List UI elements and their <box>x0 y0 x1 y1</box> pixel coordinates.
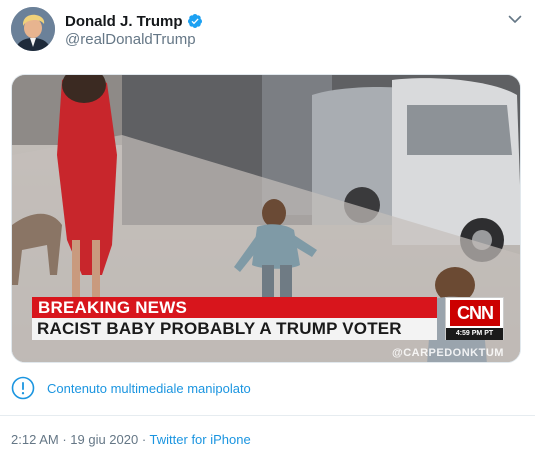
tweet-date[interactable]: 19 giu 2020 <box>70 432 138 447</box>
chevron-down-icon[interactable] <box>506 10 524 28</box>
headline-bar: RACIST BABY PROBABLY A TRUMP VOTER <box>32 318 437 340</box>
manipulated-media-label[interactable]: Contenuto multimediale manipolato <box>47 381 251 396</box>
tweet-meta: 2:12 AM · 19 giu 2020 · Twitter for iPho… <box>11 432 251 447</box>
video-watermark: @CARPEDONKTUM <box>392 347 504 359</box>
headline-text: RACIST BABY PROBABLY A TRUMP VOTER <box>37 319 402 338</box>
author-name[interactable]: Donald J. Trump <box>65 13 183 30</box>
tweet: Donald J. Trump @realDonaldTrump BREAKIN… <box>0 0 535 460</box>
breaking-news-label: BREAKING NEWS <box>38 298 187 317</box>
verified-badge-icon <box>187 14 202 28</box>
tweet-source-link[interactable]: Twitter for iPhone <box>150 432 251 447</box>
breaking-news-bar: BREAKING NEWS <box>32 297 437 318</box>
tweet-media-video[interactable]: BREAKING NEWS RACIST BABY PROBABLY A TRU… <box>11 74 521 363</box>
manipulated-media-notice[interactable]: Contenuto multimediale manipolato <box>11 376 251 400</box>
cnn-logo: CNN <box>450 300 500 326</box>
tweet-time[interactable]: 2:12 AM <box>11 432 59 447</box>
author-handle[interactable]: @realDonaldTrump <box>65 31 196 48</box>
avatar[interactable] <box>11 7 55 51</box>
meta-separator: · <box>138 432 150 447</box>
meta-separator: · <box>58 432 71 447</box>
info-circle-icon <box>11 376 35 400</box>
overlay-timestamp: 4:59 PM PT <box>446 328 503 340</box>
divider <box>0 415 535 416</box>
network-bug: CNN 4:59 PM PT <box>445 297 504 340</box>
